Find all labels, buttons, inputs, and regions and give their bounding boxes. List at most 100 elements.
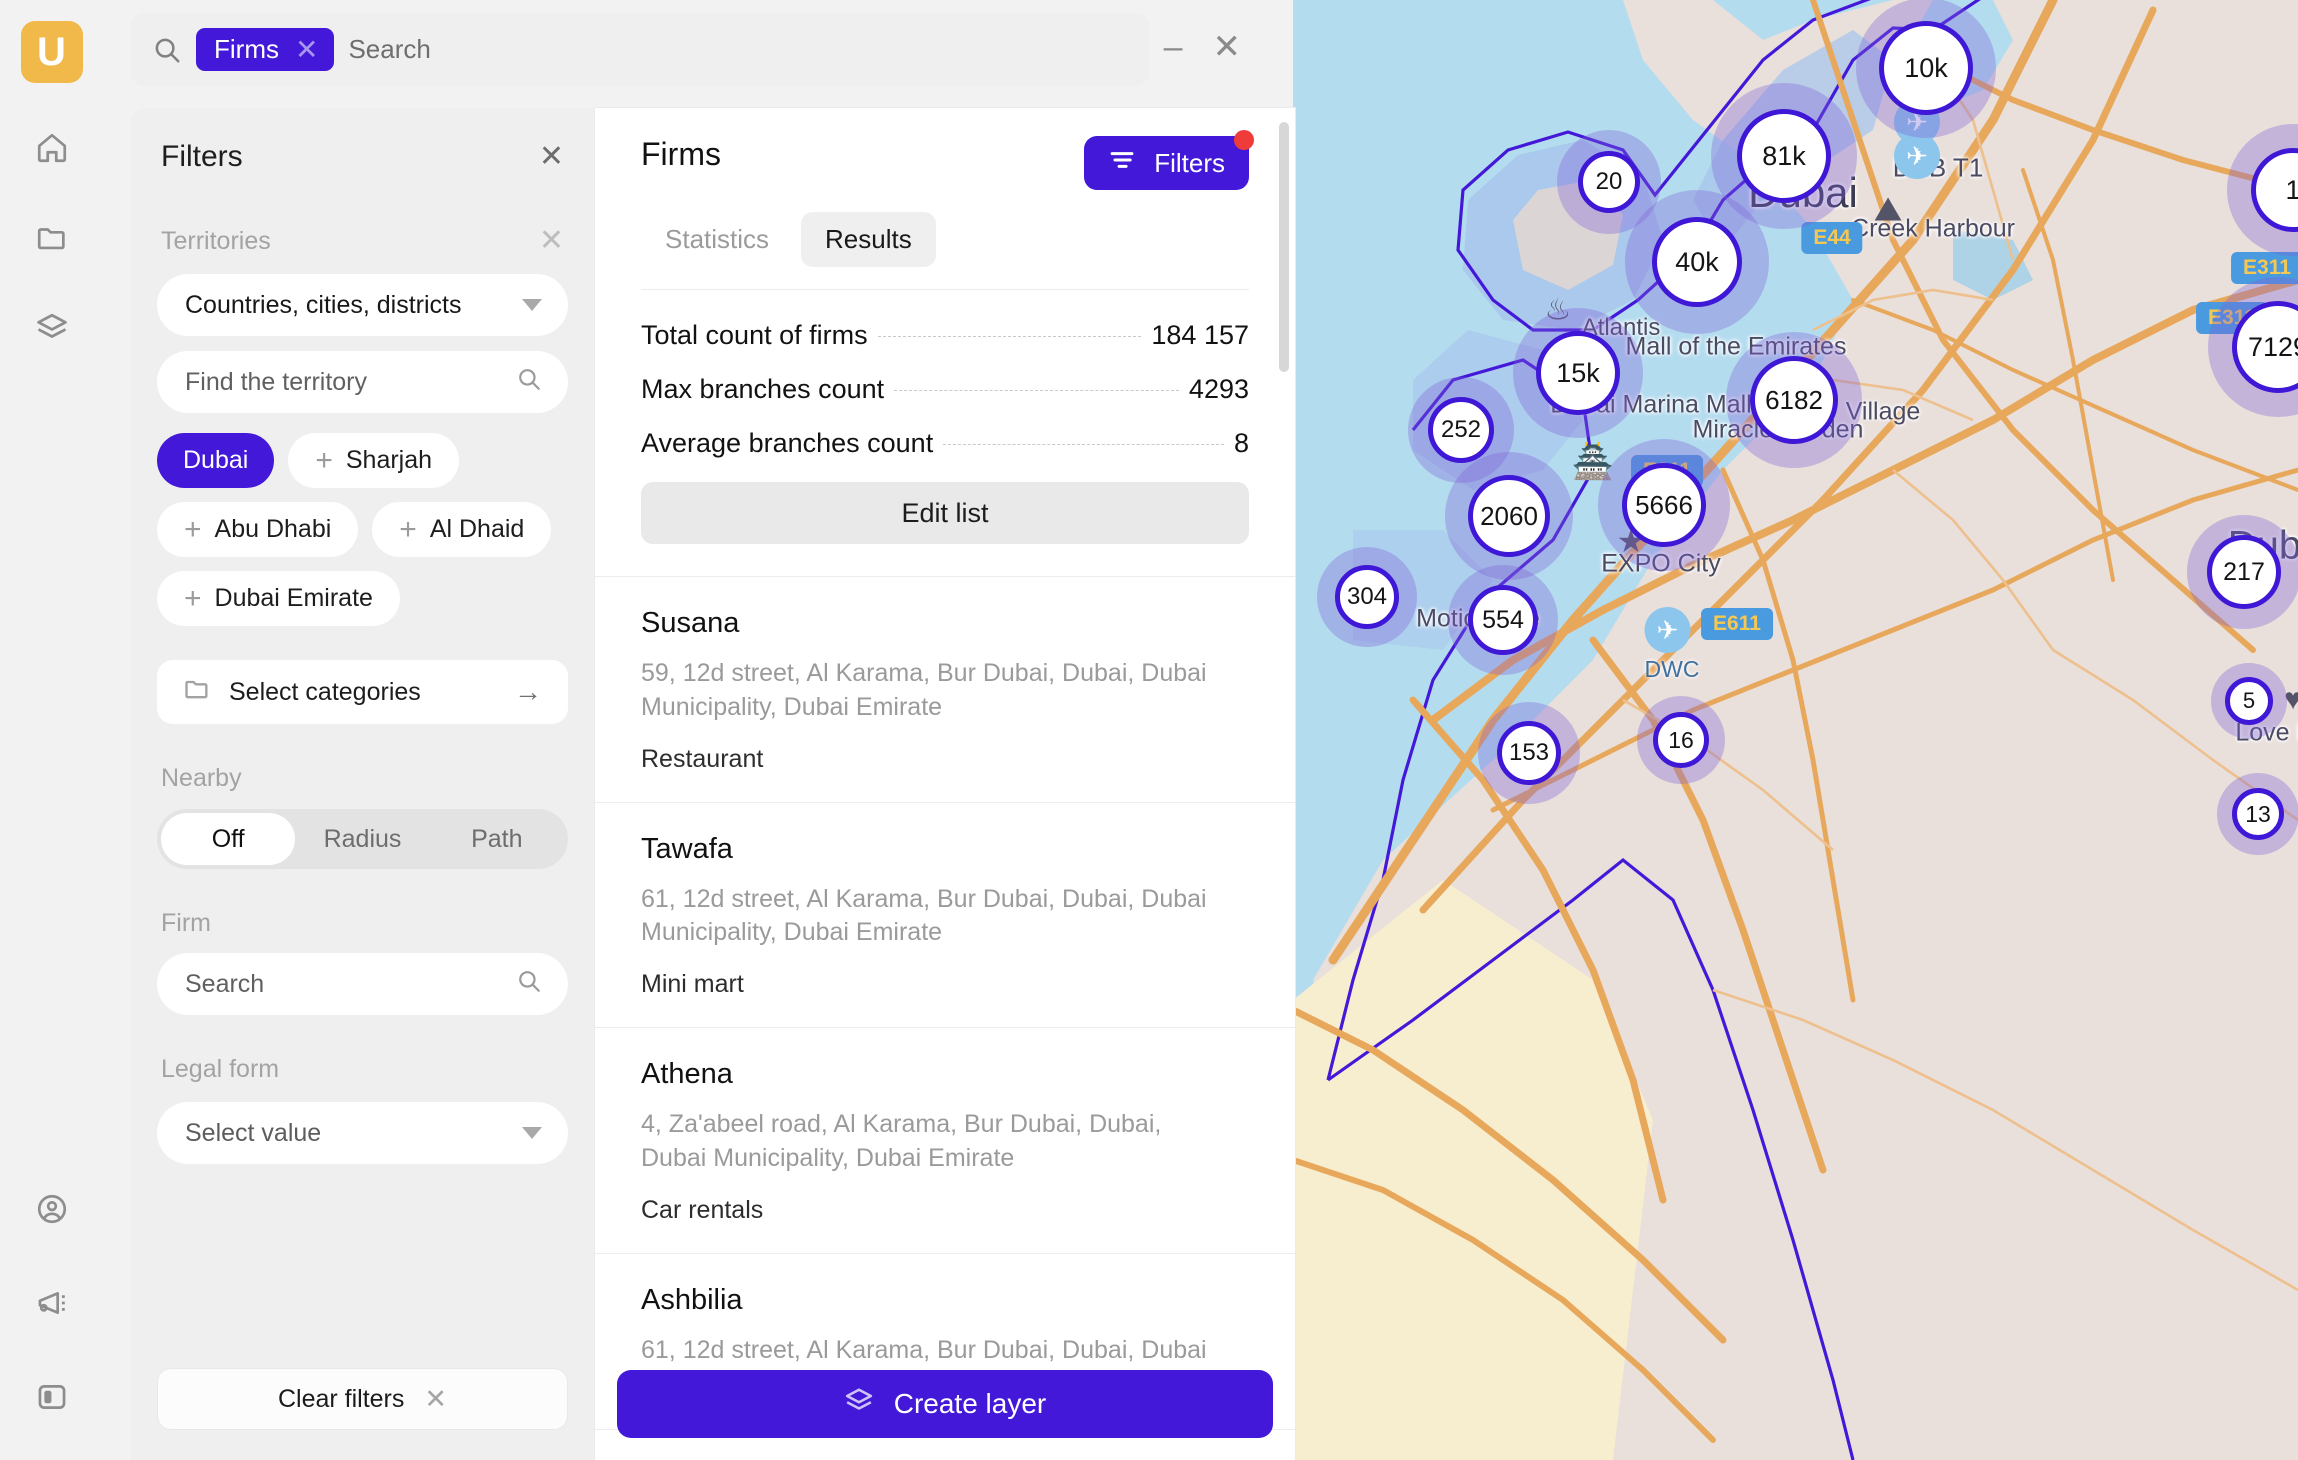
cluster-count: 40k [1652,217,1742,307]
nearby-option-path[interactable]: Path [430,813,564,865]
cluster-count: 217 [2207,535,2281,609]
territory-chips: Dubai + Sharjah + Abu Dhabi + Al Dhaid +… [157,433,568,626]
cluster-count: 554 [1468,585,1538,655]
list-item[interactable]: Tawafa 61, 12d street, Al Karama, Bur Du… [595,803,1295,1028]
search-scope-chip-firms[interactable]: Firms ✕ [196,28,335,71]
search-input[interactable]: Search [348,34,430,65]
territory-type-select[interactable]: Countries, cities, districts [157,274,568,336]
leader-dots [894,390,1179,391]
search-icon [152,35,182,65]
cluster-count: 6182 [1750,356,1838,444]
firm-label: Firm [161,909,211,937]
map-cluster-marker[interactable]: 217 [2187,515,2298,629]
stat-label: Average branches count [641,428,934,458]
chip-label: Abu Dhabi [214,515,332,543]
territory-chip-dubai[interactable]: Dubai [157,433,275,488]
filters-panel-title: Filters [161,140,243,173]
chip-remove-icon[interactable]: ✕ [295,35,318,64]
firm-search-placeholder: Search [185,969,265,998]
map-cluster-marker[interactable]: 7129 [2208,277,2298,417]
create-layer-button[interactable]: Create layer [617,1370,1273,1438]
firms-window: Firms ✕ Search – ✕ Filters ✕ Territories… [103,0,1295,1460]
cluster-count: 20 [1578,151,1640,213]
map-cluster-marker[interactable]: 15k [1513,308,1643,438]
folder-icon [183,675,211,710]
firm-name: Tawafa [641,832,733,865]
edit-list-label: Edit list [901,497,989,528]
list-item[interactable]: Athena 4, Za'abeel road, Al Karama, Bur … [595,1028,1295,1254]
minimize-icon[interactable]: – [1164,30,1183,64]
chip-label: Firms [214,34,279,64]
select-categories-button[interactable]: Select categories → [157,660,568,724]
map-canvas[interactable]: Dubai Dubai DXB T1 Creek Harbour Atlanti… [1293,0,2298,1460]
rail-nav [29,125,75,351]
filters-button[interactable]: Filters [1084,130,1254,190]
cluster-count: 10k [1879,21,1973,115]
panels-row: Filters ✕ Territories ✕ Countries, citie… [130,108,1392,1460]
clear-territories-icon[interactable]: ✕ [539,226,564,256]
tab-results[interactable]: Results [801,212,936,267]
close-icon[interactable]: ✕ [1213,30,1242,64]
panel-toggle-icon[interactable] [29,1374,75,1420]
nearby-option-radius[interactable]: Radius [295,813,429,865]
territory-chip-sharjah[interactable]: + Sharjah [288,433,460,488]
map-cluster-marker[interactable]: 1 [2227,124,2298,256]
cluster-count: 16 [1653,712,1709,768]
territory-chip-abu-dhabi[interactable]: + Abu Dhabi [157,502,359,557]
firm-search-input[interactable]: Search [157,953,568,1015]
legal-form-select[interactable]: Select value [157,1102,568,1164]
territory-chip-al-dhaid[interactable]: + Al Dhaid [372,502,552,557]
map-cluster-marker[interactable]: 13 [2217,773,2298,855]
edit-list-button[interactable]: Edit list [641,482,1249,544]
map-cluster-marker[interactable]: 2060 [1445,452,1573,580]
leader-dots [943,444,1224,445]
chip-label: Dubai Emirate [214,584,373,612]
map-cluster-marker[interactable]: 16 [1637,696,1725,784]
legal-form-label: Legal form [161,1055,280,1083]
announcements-icon[interactable] [29,1280,75,1326]
create-layer-label: Create layer [893,1388,1047,1419]
results-tabs: Statistics Results [641,212,1249,267]
map-cluster-marker[interactable]: 10k [1856,0,1996,138]
map-cluster-marker[interactable]: 20 [1557,130,1661,234]
home-icon[interactable] [29,125,75,171]
results-title-row: Firms Filters [641,130,1254,190]
territory-chip-dubai-emirate[interactable]: + Dubai Emirate [157,571,400,626]
firm-address: 59, 12d street, Al Karama, Bur Dubai, Du… [641,659,1207,721]
map-cluster-marker[interactable]: 5666 [1598,439,1730,571]
firm-name: Athena [641,1058,733,1090]
chevron-down-icon [522,299,542,311]
map-cluster-marker[interactable]: 5 [2211,663,2287,739]
layers-icon[interactable] [29,305,75,351]
map-cluster-marker[interactable]: 40k [1625,190,1769,334]
territory-type-value: Countries, cities, districts [185,290,462,319]
firm-name: Ashbilia [641,1283,743,1316]
projects-icon[interactable] [29,215,75,261]
close-filters-icon[interactable]: ✕ [539,142,564,172]
stat-label: Max branches count [641,374,885,404]
firm-address: 4, Za'abeel road, Al Karama, Bur Dubai, … [641,1110,1162,1172]
territory-search-placeholder: Find the territory [185,367,368,396]
map-cluster-marker[interactable]: 6182 [1726,332,1862,468]
logo-letter: U [37,30,66,74]
cluster-count: 15k [1536,331,1620,415]
app-logo[interactable]: U [20,21,83,83]
clear-filters-button[interactable]: Clear filters ✕ [157,1368,568,1430]
nearby-option-off[interactable]: Off [161,813,296,865]
chip-label: Al Dhaid [429,515,525,543]
tab-statistics[interactable]: Statistics [641,212,793,267]
global-search-bar[interactable]: Firms ✕ Search [130,13,1150,86]
select-categories-label: Select categories [229,677,421,706]
account-icon[interactable] [29,1186,75,1232]
map-cluster-marker[interactable]: 153 [1478,702,1580,804]
list-item[interactable]: Susana 59, 12d street, Al Karama, Bur Du… [595,577,1295,803]
cluster-count: 13 [2232,788,2284,840]
territories-label: Territories [161,226,271,255]
firm-category: Mini mart [641,970,744,998]
results-scrollbar[interactable] [1279,122,1289,372]
map-cluster-marker[interactable]: 554 [1448,565,1558,675]
map-cluster-marker[interactable]: 81k [1711,83,1857,229]
chip-label: Dubai [183,446,249,474]
map-cluster-marker[interactable]: 252 [1408,377,1514,483]
territory-search-input[interactable]: Find the territory [157,351,568,413]
